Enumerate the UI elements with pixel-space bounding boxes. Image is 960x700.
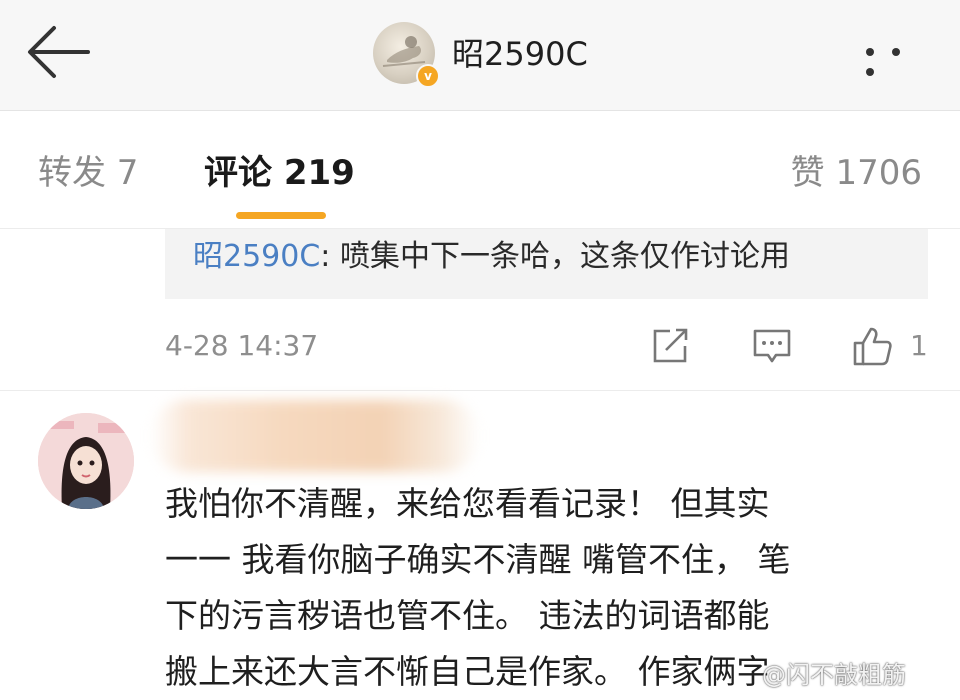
- thumbs-up-icon: [853, 327, 892, 366]
- share-button[interactable]: [650, 326, 690, 366]
- verified-badge-icon: v: [416, 64, 440, 88]
- page-title: 昭2590C: [452, 35, 588, 73]
- top-bar: v 昭2590C: [0, 0, 960, 111]
- tab-bar: 转发 7 评论 219 赞 1706: [0, 111, 960, 229]
- comment-line: 我怕你不清醒，来给您看看记录！ 但其实: [165, 484, 770, 523]
- tab-comment[interactable]: 评论 219: [204, 151, 355, 195]
- reply-meta-row: 4-28 14:37 1: [0, 300, 960, 391]
- reply-timestamp: 4-28 14:37: [165, 329, 319, 362]
- cartoon-girl-avatar-image: [38, 413, 134, 509]
- commenter-avatar[interactable]: [38, 413, 134, 509]
- quoted-reply-user[interactable]: 昭2590C: [193, 239, 320, 274]
- comment-icon: [753, 329, 791, 363]
- more-button[interactable]: [866, 40, 938, 76]
- quoted-reply-text: 昭2590C: 喷集中下一条哈，这条仅作讨论用: [193, 237, 790, 277]
- watermark: @闪不敲粗筋: [762, 661, 906, 689]
- blurred-username: [150, 400, 480, 472]
- tab-repost[interactable]: 转发 7: [38, 151, 138, 195]
- comment-line: 一一 我看你脑子确实不清醒 嘴管不住， 笔: [165, 540, 791, 579]
- tab-like[interactable]: 赞 1706: [791, 151, 922, 195]
- arrow-left-icon: [28, 26, 90, 78]
- active-tab-indicator: [236, 212, 326, 219]
- quoted-reply-content: : 喷集中下一条哈，这条仅作讨论用: [320, 239, 790, 274]
- like-count: 1: [910, 329, 928, 362]
- like-button[interactable]: [852, 326, 892, 366]
- quoted-reply[interactable]: 昭2590C: 喷集中下一条哈，这条仅作讨论用: [165, 229, 928, 299]
- comment-line: 下的污言秽语也管不住。 违法的词语都能: [165, 596, 770, 635]
- back-button[interactable]: [22, 20, 92, 84]
- more-dots-icon: [866, 41, 918, 80]
- share-icon: [653, 328, 688, 363]
- reply-button[interactable]: [752, 326, 792, 366]
